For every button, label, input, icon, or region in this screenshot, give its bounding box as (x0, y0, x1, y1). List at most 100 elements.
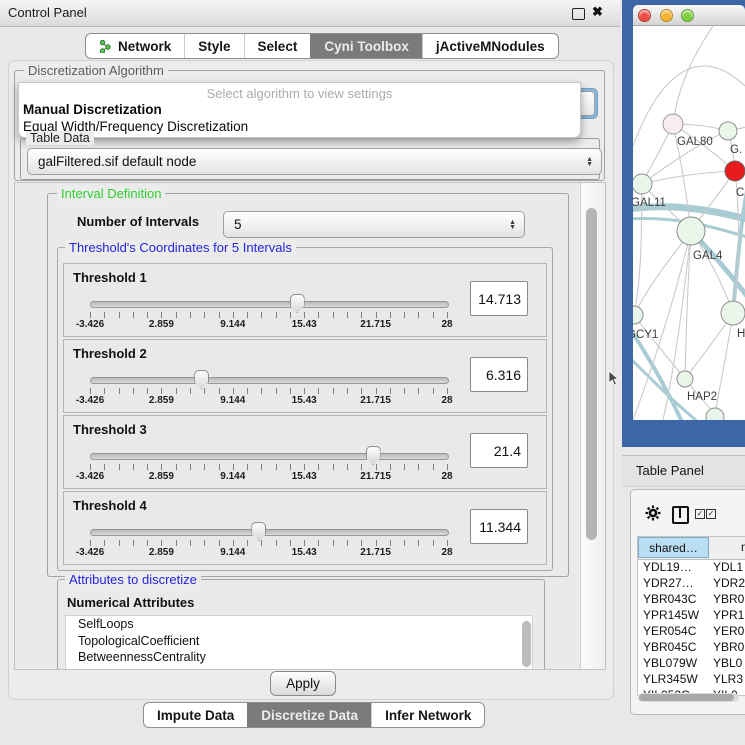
cell-name: YBR0 (713, 639, 744, 655)
node-gcy1[interactable] (633, 306, 643, 324)
attribute-item[interactable]: TopologicalCoefficient (66, 633, 532, 650)
top-tab-strip: Network Style Select Cyni Toolbox jActiv… (85, 33, 559, 59)
tick-label: 2.859 (149, 395, 174, 406)
node-gal11[interactable] (633, 174, 652, 194)
node-gal4[interactable] (677, 217, 705, 245)
threshold-4-value-field[interactable]: 11.344 (470, 509, 528, 544)
tick-label: 9.144 (220, 471, 245, 482)
table-row[interactable]: YBL079WYBL0 (638, 655, 745, 671)
float-window-icon[interactable] (572, 8, 585, 20)
columns-icon[interactable] (672, 506, 689, 524)
column-header-shared-name[interactable]: shared… (638, 537, 709, 558)
node-bottom-partial[interactable] (706, 408, 724, 420)
discretization-algorithm-label: Discretization Algorithm (24, 63, 168, 78)
window-title: Control Panel (8, 0, 87, 26)
slider-thumb[interactable] (251, 522, 266, 541)
network-window-titlebar[interactable] (633, 5, 745, 26)
tab-style[interactable]: Style (184, 34, 243, 58)
number-of-intervals-combobox[interactable]: 5 ▲▼ (223, 211, 525, 238)
minimize-traffic-light[interactable] (660, 9, 673, 22)
tick-label: 28 (441, 319, 452, 330)
cell-shared-name: YPR145W (643, 607, 699, 623)
combobox-spinner-icon: ▲▼ (509, 220, 516, 230)
apply-button[interactable]: Apply (270, 671, 336, 696)
tick-label: 28 (441, 547, 452, 558)
numerical-attributes-list[interactable]: SelfLoopsTopologicalCoefficientBetweenne… (65, 615, 533, 670)
node-red[interactable] (725, 161, 745, 181)
tab-discretize-data[interactable]: Discretize Data (247, 703, 371, 727)
threshold-1-value-field[interactable]: 14.713 (470, 281, 528, 316)
table-row[interactable]: YBR045C YBR0 (638, 639, 745, 655)
tick-label: 21.715 (360, 547, 391, 558)
zoom-traffic-light[interactable] (681, 9, 694, 22)
table-row[interactable]: YDR27…YDR2 (638, 575, 745, 591)
control-panel-titlebar: Control Panel ✖ (0, 0, 620, 27)
threshold-3-panel: Threshold 3 -3.426 2.859 9.144 15.43 21.… (63, 415, 547, 489)
table-row[interactable]: YER054CYER0 (638, 623, 745, 639)
table-hscrollbar-thumb[interactable] (639, 694, 734, 701)
attribute-item[interactable]: SelfLoops (66, 616, 532, 633)
thresholds-group-label: Threshold's Coordinates for 5 Intervals (65, 240, 296, 255)
tab-select[interactable]: Select (244, 34, 311, 58)
tick-label: 15.43 (292, 395, 317, 406)
threshold-2-slider[interactable]: -3.426 2.859 9.144 15.43 21.715 28 (90, 368, 447, 410)
cell-shared-name: YER054C (643, 623, 696, 639)
table-row[interactable]: YBR043CYBR0 (638, 591, 745, 607)
checkbox-icon[interactable]: ✓ (695, 509, 705, 519)
cell-name: YBL0 (713, 655, 742, 671)
list-scrollbar[interactable] (522, 621, 531, 667)
threshold-1-slider[interactable]: -3.426 2.859 9.144 15.43 21.715 28 (90, 292, 447, 334)
cell-shared-name: YBR045C (643, 639, 696, 655)
tab-impute-data[interactable]: Impute Data (144, 703, 247, 727)
settings-scrollbar-track[interactable] (580, 183, 605, 669)
table-data-label: Table Data (26, 131, 94, 145)
cell-shared-name: YDR27… (643, 575, 694, 591)
threshold-3-value-field[interactable]: 21.4 (470, 433, 528, 468)
tick-label: 2.859 (149, 319, 174, 330)
table-row[interactable]: YPR145WYPR1 (638, 607, 745, 623)
attribute-item[interactable]: BetweennessCentrality (66, 649, 532, 666)
tab-network[interactable]: Network (86, 34, 184, 58)
slider-track (90, 301, 449, 308)
node-label: GAL4 (693, 250, 723, 262)
slider-thumb[interactable] (194, 370, 209, 389)
tab-infer-network[interactable]: Infer Network (371, 703, 484, 727)
table-hscrollbar-track[interactable] (638, 693, 739, 702)
slider-track (90, 453, 449, 460)
threshold-1-panel: Threshold 1 -3.426 2.859 9.144 15.43 21.… (63, 263, 547, 337)
cell-name: YLR3 (713, 671, 743, 687)
checkbox-icon[interactable]: ✓ (706, 509, 716, 519)
node-hap2[interactable] (677, 371, 693, 387)
close-traffic-light[interactable] (638, 9, 651, 22)
slider-thumb[interactable] (290, 294, 305, 313)
node-top-right[interactable] (719, 122, 737, 140)
slider-thumb[interactable] (366, 446, 381, 465)
threshold-3-slider[interactable]: -3.426 2.859 9.144 15.43 21.715 28 (90, 444, 447, 486)
tick-label: -3.426 (76, 395, 104, 406)
node-gal80[interactable] (663, 114, 683, 134)
threshold-4-slider[interactable]: -3.426 2.859 9.144 15.43 21.715 28 (90, 520, 447, 562)
node-h[interactable] (721, 301, 745, 325)
close-icon[interactable]: ✖ (592, 4, 603, 20)
cell-name: YDL1 (713, 559, 743, 575)
tab-cyni-toolbox[interactable]: Cyni Toolbox (310, 34, 422, 58)
table-row[interactable]: YDL19…YDL1 (638, 559, 745, 575)
table-row[interactable]: YLR345WYLR3 (638, 671, 745, 687)
threshold-2-value-field[interactable]: 6.316 (470, 357, 528, 392)
tick-label: 21.715 (360, 471, 391, 482)
table-data-value: galFiltered.sif default node (38, 154, 196, 169)
column-header-name[interactable]: n… (741, 537, 745, 558)
tab-network-label: Network (118, 39, 171, 54)
tick-label: 15.43 (292, 547, 317, 558)
tab-jactivemnodules[interactable]: jActiveMNodules (422, 34, 558, 58)
tick-label: 9.144 (220, 319, 245, 330)
network-icon (99, 40, 112, 53)
interval-definition-label: Interval Definition (57, 186, 165, 201)
dropdown-option-manual-discretization[interactable]: Manual Discretization (22, 102, 162, 117)
node-table[interactable]: shared… n… YDL19…YDL1YDR27…YDR2YBR043CYB… (637, 536, 745, 696)
table-data-combobox[interactable]: galFiltered.sif default node ▲▼ (27, 148, 602, 175)
network-canvas[interactable]: GAL80G.CGAL11GAL4GCY1HHAP2 (633, 26, 745, 420)
settings-scrollbar-thumb[interactable] (586, 208, 597, 540)
node-label: GAL80 (677, 136, 713, 148)
gear-icon[interactable] (645, 505, 661, 521)
